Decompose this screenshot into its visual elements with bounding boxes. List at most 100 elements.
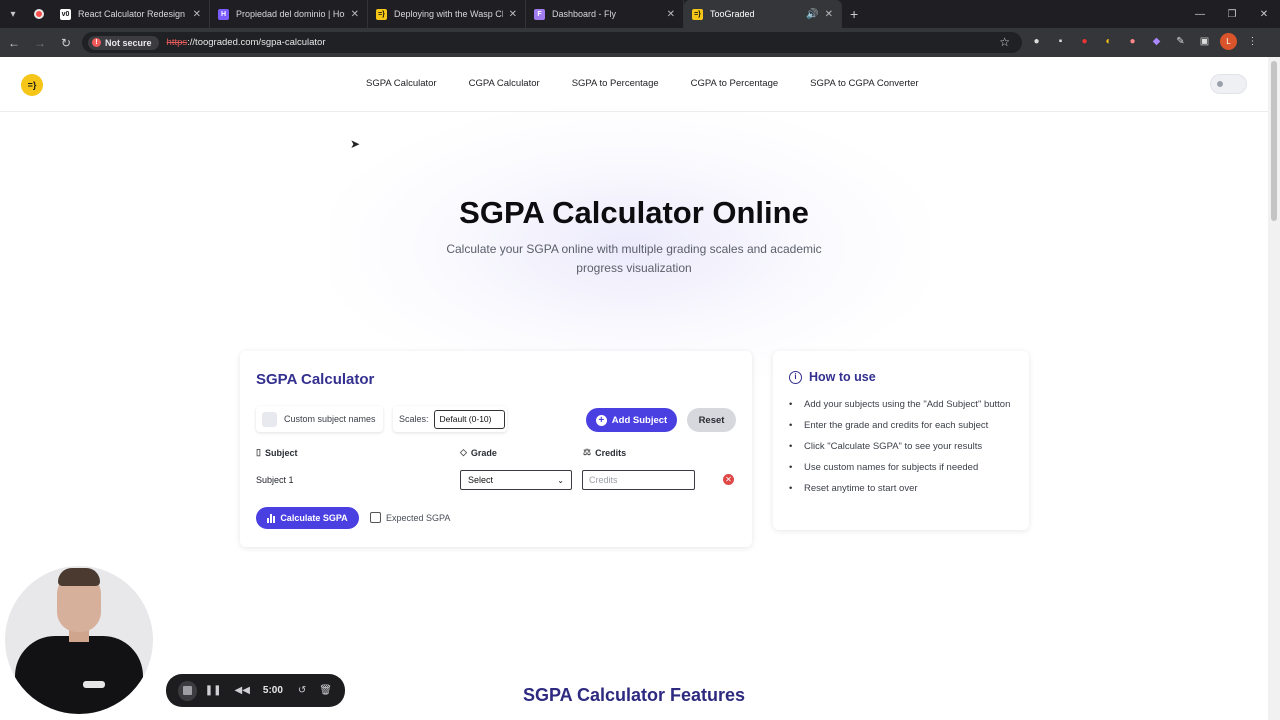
browser-tab[interactable]: =} Deploying with the Wasp CLI | W ✕ (368, 0, 526, 28)
nav-sgpa-to-percentage[interactable]: SGPA to Percentage (572, 78, 659, 89)
custom-names-toggle[interactable]: Custom subject names (256, 406, 383, 432)
reload-icon[interactable]: ↻ (54, 31, 78, 55)
tab-close-icon[interactable]: ✕ (667, 9, 675, 20)
scale-icon: ⚖ (583, 447, 592, 457)
nav-sgpa-calculator[interactable]: SGPA Calculator (366, 78, 437, 89)
chevron-down-icon: ⌄ (557, 475, 564, 485)
page-scrollbar[interactable] (1268, 57, 1280, 720)
graduation-cap-icon: ◇ (460, 447, 467, 457)
site-header: =} SGPA Calculator CGPA Calculator SGPA … (0, 57, 1268, 112)
delete-subject-icon[interactable]: ✕ (723, 474, 734, 485)
tab-close-icon[interactable]: ✕ (509, 9, 517, 20)
scales-label: Scales: (399, 414, 429, 424)
main-nav: SGPA Calculator CGPA Calculator SGPA to … (366, 78, 951, 89)
forward-icon[interactable]: → (28, 31, 52, 55)
recording-timer: 5:00 (262, 685, 283, 696)
trash-icon[interactable]: 🗑 (319, 685, 332, 696)
browser-tab[interactable]: v0 React Calculator Redesign - v0 ✕ (52, 0, 210, 28)
expected-sgpa-label: Expected SGPA (386, 512, 451, 523)
tab-search-icon[interactable]: ▾ (0, 0, 26, 28)
list-item: Use custom names for subjects if needed (789, 460, 1015, 476)
custom-names-label: Custom subject names (284, 414, 376, 424)
tab-favicon: =} (692, 8, 703, 20)
calculator-card: SGPA Calculator Custom subject names Sca… (240, 351, 752, 547)
reset-button[interactable]: Reset (687, 408, 736, 432)
tab-favicon: v0 (60, 8, 71, 20)
browser-tabstrip: ▾ v0 React Calculator Redesign - v0 ✕ H … (0, 0, 1280, 28)
rewind-icon[interactable]: ◀◀ (235, 685, 250, 696)
calculator-title: SGPA Calculator (256, 371, 375, 388)
restart-icon[interactable]: ↺ (298, 685, 306, 696)
column-label: Credits (595, 447, 627, 458)
tab-favicon: =} (376, 8, 387, 20)
bookmark-star-icon[interactable]: ☆ (999, 35, 1010, 49)
nav-cgpa-calculator[interactable]: CGPA Calculator (469, 78, 540, 89)
menu-icon[interactable]: ⋮ (1244, 33, 1261, 50)
new-tab-button[interactable]: + (850, 6, 858, 22)
minimize-icon[interactable]: — (1184, 0, 1216, 28)
close-window-icon[interactable]: ✕ (1248, 0, 1280, 28)
tab-close-icon[interactable]: ✕ (193, 9, 201, 20)
custom-names-checkbox[interactable] (262, 411, 277, 427)
extension-icon[interactable]: ◆ (1148, 33, 1165, 50)
credits-input[interactable]: Credits (582, 470, 695, 490)
browser-tab[interactable]: H Propiedad del dominio | Hostin ✕ (210, 0, 368, 28)
window-controls: — ❐ ✕ (1184, 0, 1280, 28)
calculate-label: Calculate SGPA (280, 513, 348, 523)
column-label: Subject (264, 447, 298, 458)
grade-value: Select (468, 475, 494, 485)
extensions-bar: ● ▪ ● ◐ ● ◆ ✎ ▣ L ⋮ (1028, 33, 1261, 50)
stop-record-button[interactable] (178, 680, 197, 701)
restore-icon[interactable]: ❐ (1216, 0, 1248, 28)
pen-icon[interactable]: ✎ (1172, 33, 1189, 50)
extension-icon[interactable]: ● (1124, 33, 1141, 50)
nav-cgpa-to-percentage[interactable]: CGPA to Percentage (691, 78, 779, 89)
back-icon[interactable]: ← (2, 31, 26, 55)
tab-title: Deploying with the Wasp CLI | W (394, 9, 503, 19)
column-header-credits: ⚖ Credits (583, 447, 626, 458)
bar-chart-icon (267, 513, 276, 523)
url-text[interactable]: https://toograded.com/sgpa-calculator (167, 37, 326, 48)
tab-favicon: F (534, 8, 545, 20)
page: =} SGPA Calculator CGPA Calculator SGPA … (0, 57, 1268, 720)
puzzle-icon[interactable]: ▣ (1196, 33, 1213, 50)
column-header-subject: ▯ Subject (256, 447, 297, 458)
tab-close-icon[interactable]: ✕ (351, 9, 359, 20)
nav-sgpa-to-cgpa[interactable]: SGPA to CGPA Converter (810, 78, 918, 89)
extension-icon[interactable]: ● (1076, 33, 1093, 50)
column-header-grade: ◇ Grade (460, 447, 497, 458)
url-path: ://toograded.com/sgpa-calculator (187, 37, 326, 48)
grade-select[interactable]: Select ⌄ (460, 470, 572, 490)
security-badge[interactable]: ! Not secure (88, 35, 159, 50)
how-to-use-list: Add your subjects using the "Add Subject… (789, 397, 1015, 502)
tab-close-icon[interactable]: ✕ (825, 9, 833, 20)
mouse-cursor-icon: ➤ (350, 137, 361, 151)
add-subject-button[interactable]: + Add Subject (586, 408, 677, 432)
site-logo[interactable]: =} (21, 74, 43, 96)
expected-sgpa-checkbox[interactable] (370, 512, 381, 523)
presenter-body (15, 636, 143, 714)
search-icon[interactable]: ● (1028, 33, 1045, 50)
plus-circle-icon: + (595, 414, 607, 426)
extension-icon[interactable]: ◐ (1100, 33, 1117, 50)
profile-avatar[interactable]: L (1220, 33, 1237, 50)
browser-tab-active[interactable]: =} TooGraded 🔊 ✕ (684, 0, 842, 28)
expected-sgpa-toggle[interactable]: Expected SGPA (370, 512, 450, 523)
recorder-bar: ❚❚ ◀◀ 5:00 ↺ 🗑 (166, 674, 345, 707)
list-item: Click "Calculate SGPA" to see your resul… (789, 439, 1015, 455)
info-icon: i (789, 370, 802, 384)
pause-icon[interactable]: ❚❚ (205, 685, 222, 696)
recording-icon (26, 0, 52, 28)
calculate-sgpa-button[interactable]: Calculate SGPA (256, 507, 359, 529)
theme-toggle[interactable] (1210, 74, 1247, 94)
browser-tab[interactable]: F Dashboard - Fly ✕ (526, 0, 684, 28)
tab-title: TooGraded (710, 9, 755, 19)
scales-select[interactable]: Default (0-10) (433, 409, 505, 429)
list-item: Enter the grade and credits for each sub… (789, 418, 1015, 434)
list-item: Add your subjects using the "Add Subject… (789, 397, 1015, 413)
scrollbar-thumb[interactable] (1271, 61, 1277, 221)
speaker-icon[interactable]: 🔊 (806, 9, 818, 20)
address-bar[interactable]: ! Not secure https://toograded.com/sgpa-… (82, 32, 1022, 53)
how-to-use-card: i How to use Add your subjects using the… (773, 351, 1029, 530)
extension-icon[interactable]: ▪ (1052, 33, 1069, 50)
